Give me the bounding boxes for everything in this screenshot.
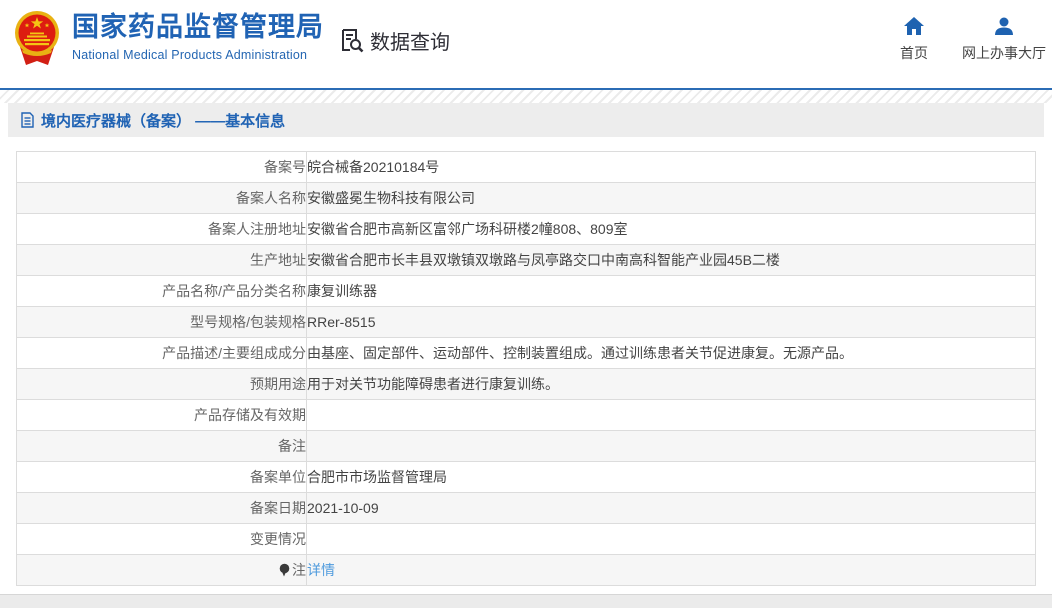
table-row: 产品存储及有效期: [16, 399, 1036, 431]
row-label: 备案号: [16, 151, 307, 183]
table-row: 生产地址 安徽省合肥市长丰县双墩镇双墩路与凤亭路交口中南高科智能产业园45B二楼: [16, 244, 1036, 276]
hatch-band: [0, 90, 1052, 103]
breadcrumb: 境内医疗器械（备案） ——基本信息: [8, 103, 1044, 137]
site-subtitle: National Medical Products Administration: [72, 47, 308, 62]
site-title: 国家药品监督管理局: [72, 12, 324, 42]
row-value: 2021-10-09: [306, 492, 1036, 524]
national-emblem-logo: [14, 9, 60, 67]
document-icon: [21, 112, 34, 128]
row-label: 产品存储及有效期: [16, 399, 307, 431]
row-value: 用于对关节功能障碍患者进行康复训练。: [306, 368, 1036, 400]
row-value: 由基座、固定部件、运动部件、控制装置组成。通过训练患者关节促进康复。无源产品。: [306, 337, 1036, 369]
table-row: 备案人注册地址 安徽省合肥市高新区富邻广场科研楼2幢808、809室: [16, 213, 1036, 245]
record-table: 备案号 皖合械备20210184号 备案人名称 安徽盛冕生物科技有限公司 备案人注册地址…: [16, 151, 1036, 586]
table-row: 变更情况: [16, 523, 1036, 555]
page-bottom-strip: [0, 594, 1052, 608]
table-row: 注详情: [16, 554, 1036, 586]
row-label: 生产地址: [16, 244, 307, 276]
row-label: 备案单位: [16, 461, 307, 493]
table-row: 预期用途 用于对关节功能障碍患者进行康复训练。: [16, 368, 1036, 400]
table-row: 型号规格/包装规格 RRer-8515: [16, 306, 1036, 338]
row-label: 产品描述/主要组成成分: [16, 337, 307, 369]
nav-home-label: 首页: [900, 45, 928, 61]
record-detail: 备案号 皖合械备20210184号 备案人名称 安徽盛冕生物科技有限公司 备案人注册地址…: [0, 137, 1052, 586]
table-row: 产品名称/产品分类名称 康复训练器: [16, 275, 1036, 307]
document-search-icon: [338, 27, 365, 54]
row-label: 备案人名称: [16, 182, 307, 214]
data-query-label: 数据查询: [370, 31, 450, 54]
row-label: 预期用途: [16, 368, 307, 400]
table-row: 备案日期 2021-10-09: [16, 492, 1036, 524]
table-row: 备注: [16, 430, 1036, 462]
top-nav: 首页 网上办事大厅: [900, 16, 1046, 63]
table-row: 备案单位 合肥市市场监督管理局: [16, 461, 1036, 493]
row-label: 备案日期: [16, 492, 307, 524]
row-value: 皖合械备20210184号: [306, 151, 1036, 183]
row-value: [306, 523, 1036, 555]
row-value: 安徽省合肥市高新区富邻广场科研楼2幢808、809室: [306, 213, 1036, 245]
row-label: 型号规格/包装规格: [16, 306, 307, 338]
row-label: 产品名称/产品分类名称: [16, 275, 307, 307]
row-value: 合肥市市场监督管理局: [306, 461, 1036, 493]
row-value: 详情: [306, 554, 1036, 586]
row-value: 安徽盛冕生物科技有限公司: [306, 182, 1036, 214]
table-row: 备案号 皖合械备20210184号: [16, 151, 1036, 183]
row-value: [306, 399, 1036, 431]
row-value: RRer-8515: [306, 306, 1036, 338]
row-value: 安徽省合肥市长丰县双墩镇双墩路与凤亭路交口中南高科智能产业园45B二楼: [306, 244, 1036, 276]
record-table-body: 备案号 皖合械备20210184号 备案人名称 安徽盛冕生物科技有限公司 备案人注册地址…: [16, 151, 1036, 586]
nav-home[interactable]: 首页: [900, 16, 928, 63]
row-label: 注: [16, 554, 307, 586]
nav-online-hall-label: 网上办事大厅: [962, 45, 1046, 61]
row-value: [306, 430, 1036, 462]
user-icon: [993, 16, 1015, 36]
table-row: 产品描述/主要组成成分 由基座、固定部件、运动部件、控制装置组成。通过训练患者关节…: [16, 337, 1036, 369]
table-row: 备案人名称 安徽盛冕生物科技有限公司: [16, 182, 1036, 214]
detail-link[interactable]: 详情: [307, 562, 335, 578]
nav-online-hall[interactable]: 网上办事大厅: [962, 16, 1046, 63]
page-title: 境内医疗器械（备案） ——基本信息: [41, 112, 286, 130]
data-query-tab[interactable]: 数据查询: [338, 0, 450, 80]
bulb-icon: [279, 563, 290, 577]
row-label: 备注: [16, 430, 307, 462]
row-label: 变更情况: [16, 523, 307, 555]
row-value: 康复训练器: [306, 275, 1036, 307]
site-header: 国家药品监督管理局 National Medical Products Admi…: [0, 0, 1052, 88]
row-label: 备案人注册地址: [16, 213, 307, 245]
home-icon: [903, 16, 925, 36]
